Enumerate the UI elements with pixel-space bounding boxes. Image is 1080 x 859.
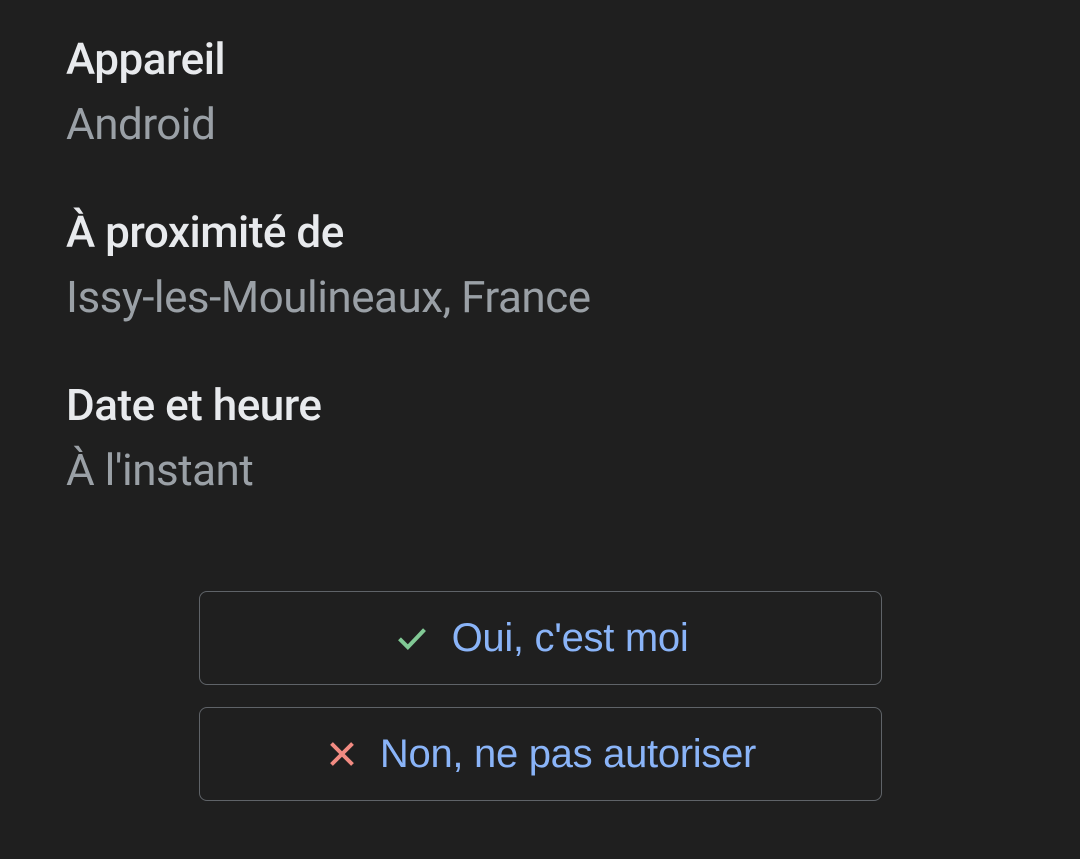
check-icon [392, 618, 432, 658]
device-label: Appareil [66, 32, 1014, 87]
datetime-value: À l'instant [66, 437, 1014, 503]
action-buttons-area: Oui, c'est moi Non, ne pas autoriser [66, 591, 1014, 801]
location-value: Issy-les-Moulineaux, France [66, 264, 1014, 330]
signin-verification-panel: Appareil Android À proximité de Issy-les… [0, 0, 1080, 801]
device-value: Android [66, 91, 1014, 157]
location-section: À proximité de Issy-les-Moulineaux, Fran… [66, 205, 1014, 330]
datetime-label: Date et heure [66, 378, 1014, 433]
confirm-button-label: Oui, c'est moi [452, 616, 689, 661]
location-label: À proximité de [66, 205, 1014, 260]
confirm-button[interactable]: Oui, c'est moi [199, 591, 882, 685]
deny-button-label: Non, ne pas autoriser [380, 732, 756, 777]
device-section: Appareil Android [66, 32, 1014, 157]
x-icon [324, 736, 360, 772]
deny-button[interactable]: Non, ne pas autoriser [199, 707, 882, 801]
datetime-section: Date et heure À l'instant [66, 378, 1014, 503]
